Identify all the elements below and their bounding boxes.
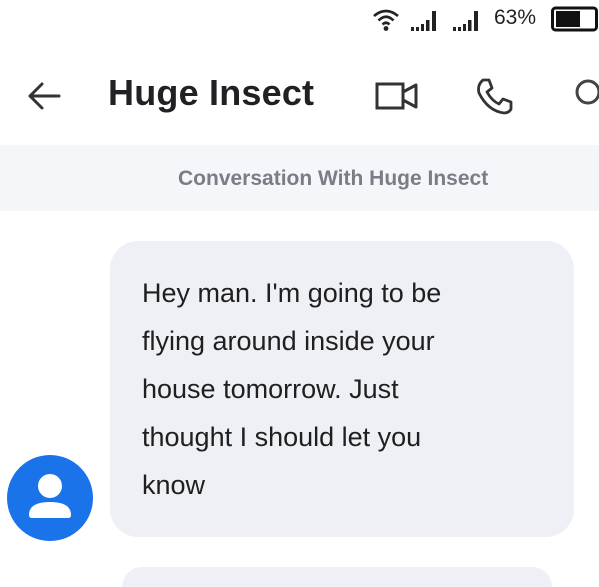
wifi-icon [372, 7, 400, 38]
status-bar: 63% [0, 0, 599, 40]
battery-percent: 63% [494, 6, 537, 29]
banner-text: Conversation With Huge Insect [178, 167, 489, 190]
back-arrow-icon[interactable] [26, 80, 62, 117]
signal-icon [452, 7, 484, 38]
message-text: Hey man. I'm going to be flying around i… [142, 278, 442, 500]
phone-icon[interactable] [474, 76, 514, 121]
conversation-banner: Conversation With Huge Insect [0, 145, 599, 211]
app-header: Huge Insect [0, 40, 599, 140]
person-icon [29, 474, 71, 518]
signal-icon [410, 7, 442, 38]
page-title: Huge Insect [108, 72, 315, 113]
message-bubble[interactable]: Hey man. I'm going to be flying around i… [110, 241, 574, 537]
avatar[interactable] [7, 455, 93, 541]
battery-icon [551, 6, 599, 37]
message-thread: Hey man. I'm going to be flying around i… [0, 211, 599, 587]
search-icon[interactable] [570, 78, 599, 113]
next-message-bubble[interactable] [122, 567, 552, 587]
video-call-icon[interactable] [374, 81, 420, 116]
